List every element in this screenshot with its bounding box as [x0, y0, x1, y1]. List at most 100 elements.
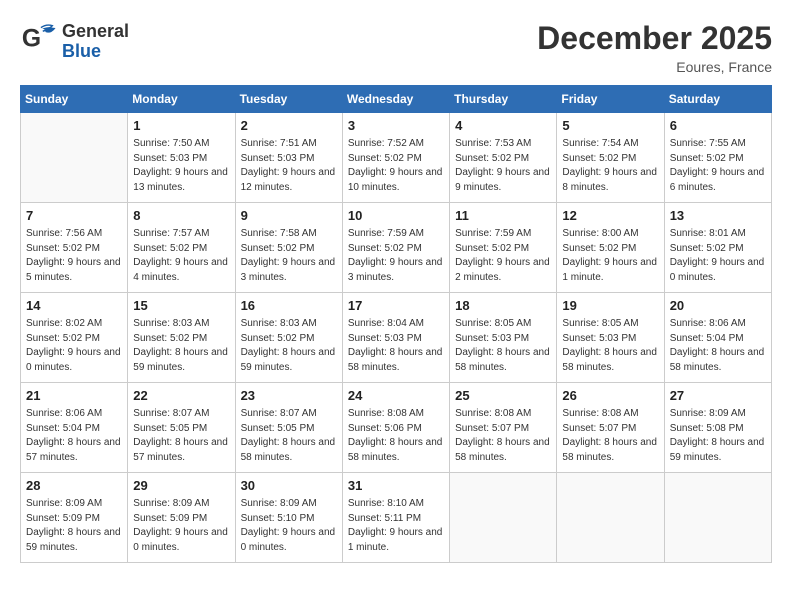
day-number: 14 — [26, 297, 122, 315]
calendar-day — [557, 473, 664, 563]
day-info: Sunrise: 7:52 AM Sunset: 5:02 PM Dayligh… — [348, 137, 444, 195]
day-number: 26 — [562, 387, 658, 405]
day-info: Sunrise: 8:06 AM Sunset: 5:04 PM Dayligh… — [26, 407, 122, 465]
svg-text:G: G — [22, 26, 41, 53]
calendar-day: 12 Sunrise: 8:00 AM Sunset: 5:02 PM Dayli… — [557, 203, 664, 293]
calendar-week-3: 14 Sunrise: 8:02 AM Sunset: 5:02 PM Dayli… — [21, 293, 772, 383]
day-number: 23 — [241, 387, 337, 405]
calendar-day: 30 Sunrise: 8:09 AM Sunset: 5:10 PM Dayli… — [235, 473, 342, 563]
day-info: Sunrise: 8:09 AM Sunset: 5:09 PM Dayligh… — [133, 497, 229, 555]
logo-icon: G — [20, 20, 58, 63]
day-number: 7 — [26, 207, 122, 225]
day-number: 24 — [348, 387, 444, 405]
calendar-day: 14 Sunrise: 8:02 AM Sunset: 5:02 PM Dayli… — [21, 293, 128, 383]
day-number: 22 — [133, 387, 229, 405]
calendar-day: 4Sunrise: 7:53 AM Sunset: 5:02 PM Daylig… — [450, 113, 557, 203]
calendar-day — [21, 113, 128, 203]
day-info: Sunrise: 7:51 AM Sunset: 5:03 PM Dayligh… — [241, 137, 337, 195]
day-info: Sunrise: 8:03 AM Sunset: 5:02 PM Dayligh… — [241, 317, 337, 375]
day-info: Sunrise: 7:56 AM Sunset: 5:02 PM Dayligh… — [26, 227, 122, 285]
calendar-day: 22 Sunrise: 8:07 AM Sunset: 5:05 PM Dayli… — [128, 383, 235, 473]
day-info: Sunrise: 7:59 AM Sunset: 5:02 PM Dayligh… — [455, 227, 551, 285]
day-info: Sunrise: 8:08 AM Sunset: 5:06 PM Dayligh… — [348, 407, 444, 465]
calendar-day: 5Sunrise: 7:54 AM Sunset: 5:02 PM Daylig… — [557, 113, 664, 203]
day-info: Sunrise: 8:01 AM Sunset: 5:02 PM Dayligh… — [670, 227, 766, 285]
calendar-day: 18 Sunrise: 8:05 AM Sunset: 5:03 PM Dayli… — [450, 293, 557, 383]
day-info: Sunrise: 8:06 AM Sunset: 5:04 PM Dayligh… — [670, 317, 766, 375]
day-number: 13 — [670, 207, 766, 225]
logo-text: General Blue — [62, 22, 129, 62]
calendar-day: 9Sunrise: 7:58 AM Sunset: 5:02 PM Daylig… — [235, 203, 342, 293]
calendar-day — [450, 473, 557, 563]
col-tuesday: Tuesday — [235, 86, 342, 113]
calendar-day: 24 Sunrise: 8:08 AM Sunset: 5:06 PM Dayli… — [342, 383, 449, 473]
calendar-day: 21 Sunrise: 8:06 AM Sunset: 5:04 PM Dayli… — [21, 383, 128, 473]
day-number: 27 — [670, 387, 766, 405]
day-info: Sunrise: 7:59 AM Sunset: 5:02 PM Dayligh… — [348, 227, 444, 285]
day-info: Sunrise: 8:09 AM Sunset: 5:08 PM Dayligh… — [670, 407, 766, 465]
day-info: Sunrise: 8:05 AM Sunset: 5:03 PM Dayligh… — [562, 317, 658, 375]
day-info: Sunrise: 7:50 AM Sunset: 5:03 PM Dayligh… — [133, 137, 229, 195]
day-info: Sunrise: 7:58 AM Sunset: 5:02 PM Dayligh… — [241, 227, 337, 285]
calendar-day: 26 Sunrise: 8:08 AM Sunset: 5:07 PM Dayli… — [557, 383, 664, 473]
calendar-day: 1 Sunrise: 7:50 AM Sunset: 5:03 PM Daylig… — [128, 113, 235, 203]
day-info: Sunrise: 8:07 AM Sunset: 5:05 PM Dayligh… — [241, 407, 337, 465]
day-number: 6 — [670, 117, 766, 135]
day-info: Sunrise: 8:08 AM Sunset: 5:07 PM Dayligh… — [562, 407, 658, 465]
day-info: Sunrise: 8:10 AM Sunset: 5:11 PM Dayligh… — [348, 497, 444, 555]
day-number: 20 — [670, 297, 766, 315]
day-number: 8 — [133, 207, 229, 225]
day-number: 3 — [348, 117, 444, 135]
calendar-day: 17Sunrise: 8:04 AM Sunset: 5:03 PM Dayli… — [342, 293, 449, 383]
calendar-week-4: 21 Sunrise: 8:06 AM Sunset: 5:04 PM Dayli… — [21, 383, 772, 473]
calendar-day: 6 Sunrise: 7:55 AM Sunset: 5:02 PM Daylig… — [664, 113, 771, 203]
calendar-day: 8 Sunrise: 7:57 AM Sunset: 5:02 PM Daylig… — [128, 203, 235, 293]
day-number: 1 — [133, 117, 229, 135]
col-wednesday: Wednesday — [342, 86, 449, 113]
day-number: 11 — [455, 207, 551, 225]
calendar-day: 20 Sunrise: 8:06 AM Sunset: 5:04 PM Dayli… — [664, 293, 771, 383]
day-number: 18 — [455, 297, 551, 315]
col-monday: Monday — [128, 86, 235, 113]
day-number: 21 — [26, 387, 122, 405]
calendar-day: 3 Sunrise: 7:52 AM Sunset: 5:02 PM Daylig… — [342, 113, 449, 203]
title-section: December 2025 Eoures, France — [537, 20, 772, 75]
month-title: December 2025 — [537, 20, 772, 57]
day-info: Sunrise: 8:04 AM Sunset: 5:03 PM Dayligh… — [348, 317, 444, 375]
day-info: Sunrise: 7:55 AM Sunset: 5:02 PM Dayligh… — [670, 137, 766, 195]
day-number: 31 — [348, 477, 444, 495]
calendar-day: 31 Sunrise: 8:10 AM Sunset: 5:11 PM Dayli… — [342, 473, 449, 563]
day-number: 12 — [562, 207, 658, 225]
calendar-day: 7 Sunrise: 7:56 AM Sunset: 5:02 PM Daylig… — [21, 203, 128, 293]
day-info: Sunrise: 8:07 AM Sunset: 5:05 PM Dayligh… — [133, 407, 229, 465]
day-info: Sunrise: 7:54 AM Sunset: 5:02 PM Dayligh… — [562, 137, 658, 195]
day-number: 29 — [133, 477, 229, 495]
calendar-day: 11 Sunrise: 7:59 AM Sunset: 5:02 PM Dayli… — [450, 203, 557, 293]
calendar-week-5: 28 Sunrise: 8:09 AM Sunset: 5:09 PM Dayli… — [21, 473, 772, 563]
calendar-day: 19 Sunrise: 8:05 AM Sunset: 5:03 PM Dayli… — [557, 293, 664, 383]
calendar-day: 2 Sunrise: 7:51 AM Sunset: 5:03 PM Daylig… — [235, 113, 342, 203]
calendar-day: 23 Sunrise: 8:07 AM Sunset: 5:05 PM Dayli… — [235, 383, 342, 473]
day-number: 25 — [455, 387, 551, 405]
day-info: Sunrise: 8:00 AM Sunset: 5:02 PM Dayligh… — [562, 227, 658, 285]
col-thursday: Thursday — [450, 86, 557, 113]
calendar-day: 29 Sunrise: 8:09 AM Sunset: 5:09 PM Dayli… — [128, 473, 235, 563]
calendar-day: 27 Sunrise: 8:09 AM Sunset: 5:08 PM Dayli… — [664, 383, 771, 473]
col-sunday: Sunday — [21, 86, 128, 113]
calendar-day: 28 Sunrise: 8:09 AM Sunset: 5:09 PM Dayli… — [21, 473, 128, 563]
day-info: Sunrise: 7:57 AM Sunset: 5:02 PM Dayligh… — [133, 227, 229, 285]
day-number: 15 — [133, 297, 229, 315]
day-number: 30 — [241, 477, 337, 495]
location: Eoures, France — [537, 59, 772, 75]
calendar-day: 15Sunrise: 8:03 AM Sunset: 5:02 PM Dayli… — [128, 293, 235, 383]
day-number: 2 — [241, 117, 337, 135]
day-info: Sunrise: 8:09 AM Sunset: 5:10 PM Dayligh… — [241, 497, 337, 555]
day-info: Sunrise: 8:02 AM Sunset: 5:02 PM Dayligh… — [26, 317, 122, 375]
day-number: 4 — [455, 117, 551, 135]
day-info: Sunrise: 8:09 AM Sunset: 5:09 PM Dayligh… — [26, 497, 122, 555]
calendar-week-1: 1 Sunrise: 7:50 AM Sunset: 5:03 PM Daylig… — [21, 113, 772, 203]
day-info: Sunrise: 8:05 AM Sunset: 5:03 PM Dayligh… — [455, 317, 551, 375]
day-number: 28 — [26, 477, 122, 495]
col-saturday: Saturday — [664, 86, 771, 113]
day-number: 19 — [562, 297, 658, 315]
